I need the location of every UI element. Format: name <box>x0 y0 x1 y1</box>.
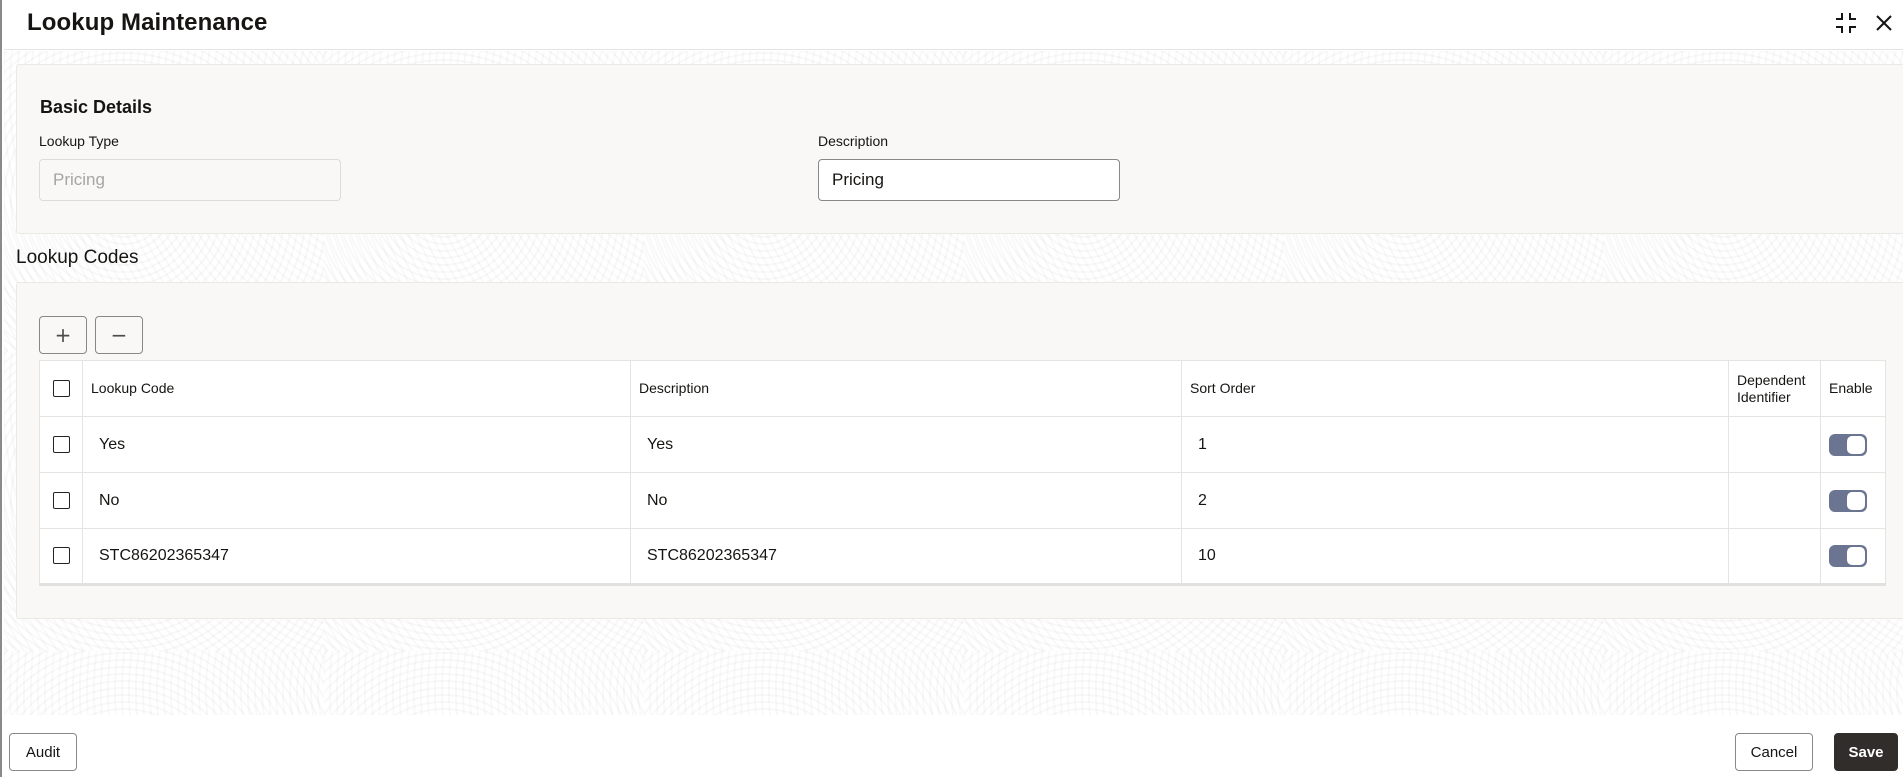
audit-button[interactable]: Audit <box>9 733 77 771</box>
remove-row-button[interactable]: − <box>95 316 143 354</box>
lookup-code-cell[interactable]: STC86202365347 <box>82 528 631 585</box>
lookup-code-cell[interactable]: No <box>82 472 631 529</box>
toggle-knob <box>1847 435 1865 454</box>
lookup-type-label: Lookup Type <box>39 133 119 149</box>
row-checkbox[interactable] <box>52 491 70 509</box>
lookup-type-field: Pricing <box>39 159 341 201</box>
column-header-dependent-identifier[interactable]: Dependent Identifier <box>1728 360 1821 417</box>
cancel-button[interactable]: Cancel <box>1735 733 1813 771</box>
description-cell[interactable]: STC86202365347 <box>630 528 1182 585</box>
enable-toggle[interactable] <box>1829 545 1867 567</box>
table-row[interactable]: No No 2 <box>39 472 1886 529</box>
minus-icon: − <box>110 323 128 347</box>
page-title: Lookup Maintenance <box>27 9 268 36</box>
dialog-header: Lookup Maintenance <box>4 0 1903 50</box>
basic-details-heading: Basic Details <box>40 97 153 117</box>
toggle-knob <box>1847 491 1865 510</box>
description-cell[interactable]: No <box>630 472 1182 529</box>
sort-order-cell[interactable]: 1 <box>1181 416 1729 473</box>
select-all-checkbox[interactable] <box>52 380 70 398</box>
table-row[interactable]: STC86202365347 STC86202365347 10 <box>39 528 1886 585</box>
lookup-codes-table: Lookup Code Description Sort Order Depen… <box>39 360 1886 586</box>
sort-order-cell[interactable]: 2 <box>1181 472 1729 529</box>
close-icon[interactable] <box>1871 10 1897 36</box>
select-all-cell <box>39 360 83 417</box>
add-row-button[interactable]: + <box>39 316 87 354</box>
column-header-sort-order[interactable]: Sort Order <box>1181 360 1729 417</box>
description-cell[interactable]: Yes <box>630 416 1182 473</box>
description-field[interactable]: Pricing <box>818 159 1120 201</box>
lookup-codes-heading: Lookup Codes <box>16 247 139 268</box>
enable-cell <box>1820 416 1886 473</box>
dependent-identifier-cell[interactable] <box>1728 416 1821 473</box>
table-header-row: Lookup Code Description Sort Order Depen… <box>39 360 1886 417</box>
row-select-cell <box>39 472 83 529</box>
minimize-icon[interactable] <box>1833 10 1859 36</box>
row-select-cell <box>39 528 83 585</box>
row-checkbox[interactable] <box>52 547 70 565</box>
row-select-cell <box>39 416 83 473</box>
toggle-knob <box>1847 547 1865 565</box>
column-header-enable[interactable]: Enable <box>1820 360 1886 417</box>
enable-cell <box>1820 472 1886 529</box>
description-label: Description <box>818 133 889 149</box>
table-row[interactable]: Yes Yes 1 <box>39 416 1886 473</box>
enable-cell <box>1820 528 1886 585</box>
basic-details-panel <box>16 64 1903 234</box>
lookup-code-cell[interactable]: Yes <box>82 416 631 473</box>
dialog-window: Lookup Maintenance Basic Details Lookup … <box>0 0 1903 777</box>
dependent-identifier-cell[interactable] <box>1728 472 1821 529</box>
save-button[interactable]: Save <box>1834 733 1898 771</box>
enable-toggle[interactable] <box>1829 489 1867 512</box>
column-header-description[interactable]: Description <box>630 360 1182 417</box>
enable-toggle[interactable] <box>1829 433 1867 456</box>
plus-icon: + <box>54 323 72 347</box>
column-header-lookup-code[interactable]: Lookup Code <box>82 360 631 417</box>
sort-order-cell[interactable]: 10 <box>1181 528 1729 585</box>
row-checkbox[interactable] <box>52 435 70 453</box>
dependent-identifier-cell[interactable] <box>1728 528 1821 585</box>
